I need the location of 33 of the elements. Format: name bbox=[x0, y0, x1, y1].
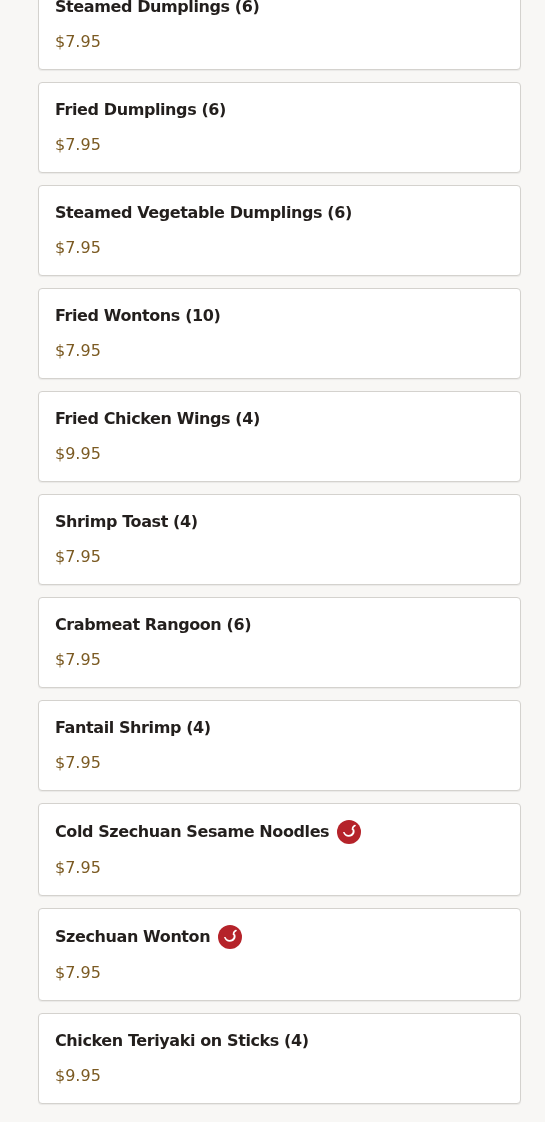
menu-item-card[interactable]: Steamed Dumplings (6) $7.95 bbox=[38, 0, 521, 70]
item-name: Steamed Dumplings (6) bbox=[55, 0, 260, 18]
item-price: $7.95 bbox=[55, 962, 102, 984]
menu-item-card[interactable]: Crabmeat Rangoon (6) $7.95 bbox=[38, 597, 521, 688]
item-name: Fantail Shrimp (4) bbox=[55, 717, 211, 739]
item-price: $7.95 bbox=[55, 546, 102, 568]
item-price: $7.95 bbox=[55, 31, 102, 53]
item-name: Chicken Teriyaki on Sticks (4) bbox=[55, 1030, 309, 1052]
item-price: $9.95 bbox=[55, 443, 102, 465]
menu-item-card[interactable]: Szechuan Wonton $7.95 bbox=[38, 908, 521, 1001]
item-name: Szechuan Wonton bbox=[55, 926, 211, 948]
item-price: $7.95 bbox=[55, 134, 102, 156]
menu-item-card[interactable]: Steamed Vegetable Dumplings (6) $7.95 bbox=[38, 185, 521, 276]
item-name: Fried Chicken Wings (4) bbox=[55, 408, 260, 430]
menu-item-card[interactable]: Fried Wontons (10) $7.95 bbox=[38, 288, 521, 379]
item-price: $7.95 bbox=[55, 340, 102, 362]
item-name: Shrimp Toast (4) bbox=[55, 511, 198, 533]
item-price: $7.95 bbox=[55, 857, 102, 879]
item-price: $7.95 bbox=[55, 649, 102, 671]
item-name: Crabmeat Rangoon (6) bbox=[55, 614, 252, 636]
menu-item-card[interactable]: Fried Chicken Wings (4) $9.95 bbox=[38, 391, 521, 482]
item-name: Steamed Vegetable Dumplings (6) bbox=[55, 202, 352, 224]
item-name: Fried Dumplings (6) bbox=[55, 99, 227, 121]
item-price: $9.95 bbox=[55, 1065, 102, 1087]
item-name: Cold Szechuan Sesame Noodles bbox=[55, 821, 330, 843]
menu-item-card[interactable]: Chicken Teriyaki on Sticks (4) $9.95 bbox=[38, 1013, 521, 1104]
menu-item-card[interactable]: Shrimp Toast (4) $7.95 bbox=[38, 494, 521, 585]
menu-item-card[interactable]: Fantail Shrimp (4) $7.95 bbox=[38, 700, 521, 791]
menu-item-card[interactable]: Fried Dumplings (6) $7.95 bbox=[38, 82, 521, 173]
item-price: $7.95 bbox=[55, 237, 102, 259]
menu-item-card[interactable]: Cold Szechuan Sesame Noodles $7.95 bbox=[38, 803, 521, 896]
item-price: $7.95 bbox=[55, 752, 102, 774]
item-name: Fried Wontons (10) bbox=[55, 305, 221, 327]
